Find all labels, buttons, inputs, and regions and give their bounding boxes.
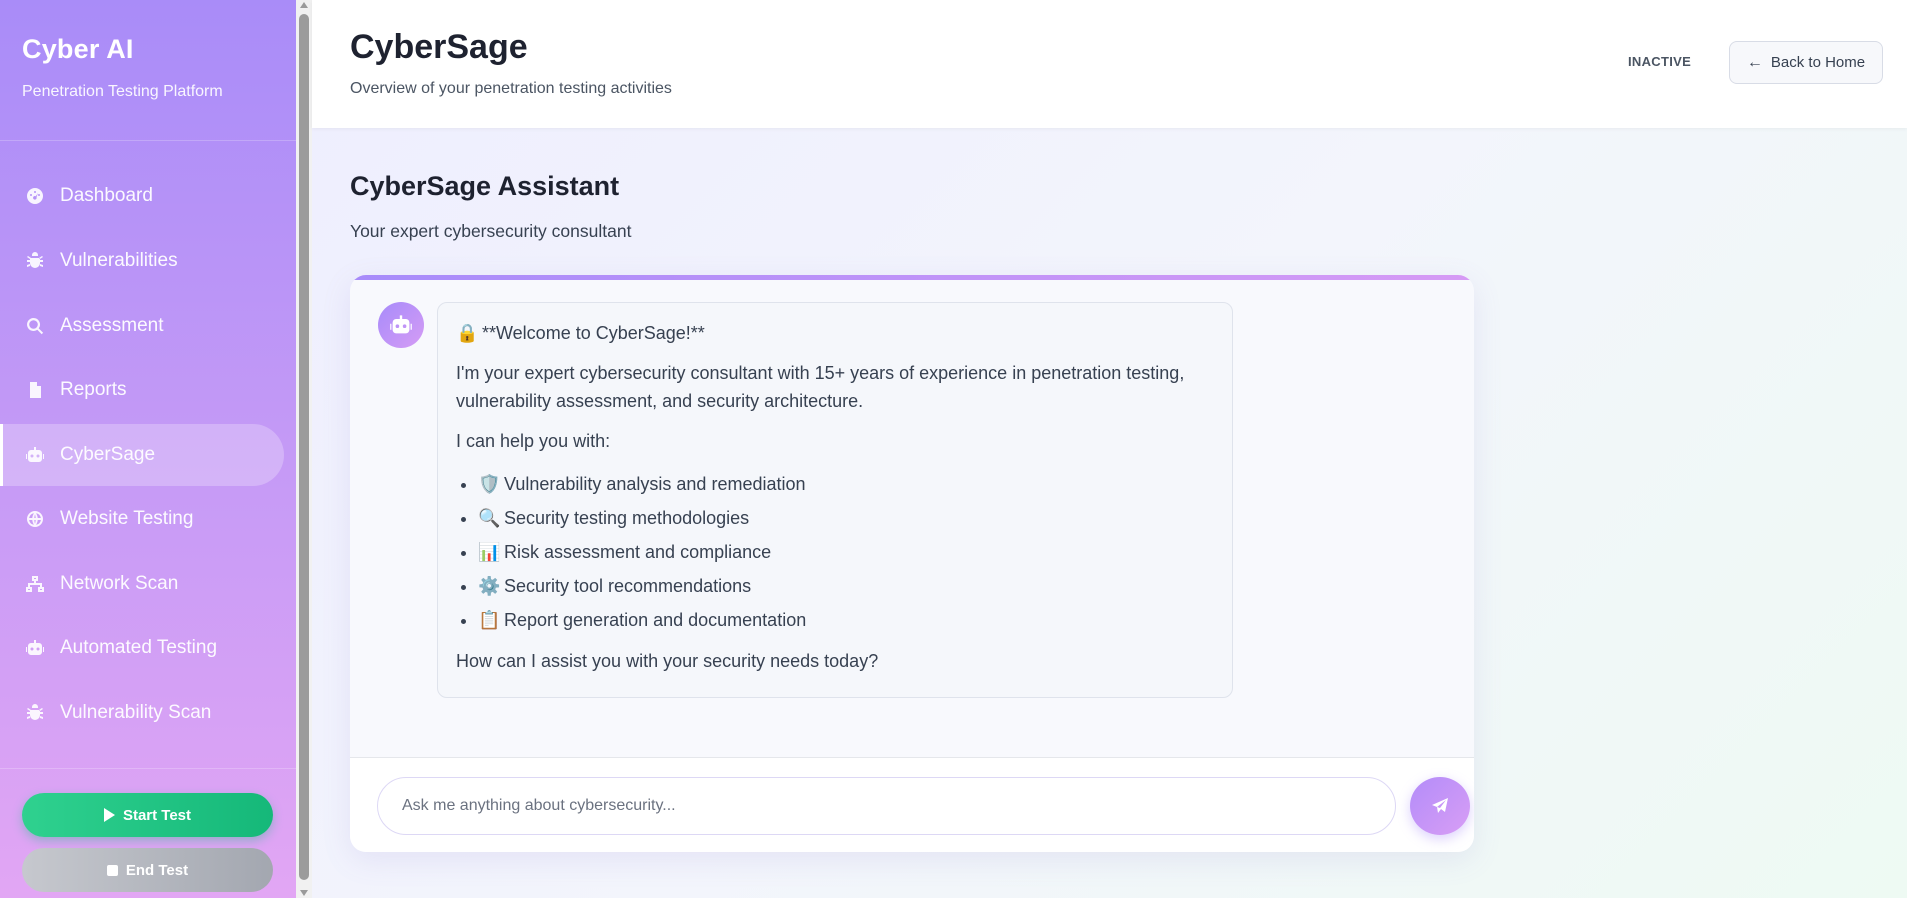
list-item: 🔍Security testing methodologies bbox=[478, 501, 1214, 535]
welcome-line: 🔒 **Welcome to CyberSage!** bbox=[456, 319, 1214, 347]
sidebar-item-label: Network Scan bbox=[60, 573, 179, 594]
page-header: CyberSage Overview of your penetration t… bbox=[312, 0, 1907, 128]
assistant-subtitle: Your expert cybersecurity consultant bbox=[350, 221, 632, 241]
globe-icon bbox=[24, 508, 46, 530]
assistant-title: CyberSage Assistant bbox=[350, 171, 620, 201]
bug-icon bbox=[24, 250, 46, 272]
list-item: 🛡️Vulnerability analysis and remediation bbox=[478, 467, 1214, 501]
search-icon bbox=[24, 315, 46, 337]
list-item: 📋Report generation and documentation bbox=[478, 603, 1214, 637]
sidebar-divider bbox=[0, 768, 296, 769]
list-item: 📊Risk assessment and compliance bbox=[478, 535, 1214, 569]
sidebar-item-label: Vulnerabilities bbox=[60, 250, 178, 271]
end-test-button[interactable]: End Test bbox=[22, 848, 273, 892]
arrow-left-icon: ← bbox=[1746, 53, 1763, 71]
file-icon bbox=[24, 379, 46, 401]
list-item: ⚙️Security tool recommendations bbox=[478, 569, 1214, 603]
list-item-text: Vulnerability analysis and remediation bbox=[504, 474, 806, 494]
page-title: CyberSage bbox=[350, 28, 528, 66]
sidebar-item-reports[interactable]: Reports bbox=[0, 359, 284, 421]
brand: Cyber AI Penetration Testing Platform bbox=[0, 0, 296, 141]
brand-title: Cyber AI bbox=[22, 34, 134, 64]
sidebar-scrollbar[interactable] bbox=[296, 0, 312, 898]
robot-icon bbox=[390, 315, 412, 334]
intro-text: I'm your expert cybersecurity consultant… bbox=[456, 363, 1185, 411]
sidebar-item-label: Reports bbox=[60, 379, 127, 400]
bot-avatar bbox=[378, 302, 424, 348]
sidebar-item-label: Assessment bbox=[60, 315, 164, 336]
main-content: CyberSage Overview of your penetration t… bbox=[312, 0, 1907, 898]
play-icon bbox=[103, 808, 115, 822]
back-to-home-button[interactable]: ← Back to Home bbox=[1729, 41, 1883, 84]
sidebar-item-assessment[interactable]: Assessment bbox=[0, 295, 284, 357]
sidebar-item-label: CyberSage bbox=[60, 444, 156, 465]
list-item-text: Report generation and documentation bbox=[504, 610, 807, 630]
sidebar-item-label: Website Testing bbox=[60, 508, 194, 529]
sidebar-item-website-testing[interactable]: Website Testing bbox=[0, 488, 284, 550]
chat-input-bar bbox=[350, 757, 1474, 852]
start-test-button[interactable]: Start Test bbox=[22, 793, 273, 837]
chart-icon: 📊 bbox=[478, 542, 501, 562]
end-test-label: End Test bbox=[125, 861, 189, 879]
help-intro: I can help you with: bbox=[456, 431, 611, 451]
sidebar-item-dashboard[interactable]: Dashboard bbox=[0, 165, 284, 227]
sidebar-item-automated-testing[interactable]: Automated Testing bbox=[0, 617, 284, 679]
send-icon bbox=[1432, 798, 1448, 813]
list-item-text: Security testing methodologies bbox=[504, 508, 750, 528]
scroll-thumb[interactable] bbox=[299, 14, 309, 880]
shield-icon: 🛡️ bbox=[478, 474, 501, 494]
bug-icon bbox=[24, 702, 46, 724]
clipboard-icon: 📋 bbox=[478, 610, 501, 630]
gear-icon: ⚙️ bbox=[478, 576, 501, 596]
brand-subtitle: Penetration Testing Platform bbox=[22, 83, 223, 100]
sidebar-item-network-scan[interactable]: Network Scan bbox=[0, 553, 284, 615]
help-list: 🛡️Vulnerability analysis and remediation… bbox=[478, 467, 1214, 637]
sidebar-item-label: Dashboard bbox=[60, 185, 153, 206]
assistant-message: 🔒 **Welcome to CyberSage!** I'm your expe… bbox=[437, 302, 1233, 698]
chat-accent-bar bbox=[350, 275, 1474, 280]
robot-icon bbox=[24, 637, 46, 659]
chat-input[interactable] bbox=[377, 777, 1396, 835]
network-icon bbox=[24, 573, 46, 595]
robot-icon bbox=[24, 444, 46, 466]
sidebar-item-label: Vulnerability Scan bbox=[60, 702, 212, 723]
welcome-text: **Welcome to CyberSage!** bbox=[482, 323, 705, 343]
send-button[interactable] bbox=[1410, 777, 1470, 835]
start-test-label: Start Test bbox=[122, 806, 192, 824]
page-subtitle: Overview of your penetration testing act… bbox=[350, 80, 672, 97]
list-item-text: Risk assessment and compliance bbox=[504, 542, 772, 562]
sidebar-item-vulnerability-scan[interactable]: Vulnerability Scan bbox=[0, 682, 284, 744]
sidebar-item-label: Automated Testing bbox=[60, 637, 218, 658]
closing-text: How can I assist you with your security … bbox=[456, 651, 879, 671]
sidebar-item-vulnerabilities[interactable]: Vulnerabilities bbox=[0, 230, 284, 292]
magnifier-icon: 🔍 bbox=[478, 508, 501, 528]
list-item-text: Security tool recommendations bbox=[504, 576, 752, 596]
dashboard-icon bbox=[24, 185, 46, 207]
scroll-down-arrow-icon[interactable] bbox=[300, 890, 308, 896]
scroll-up-arrow-icon[interactable] bbox=[300, 2, 308, 8]
sidebar-item-cybersage[interactable]: CyberSage bbox=[0, 424, 284, 486]
back-to-home-label: Back to Home bbox=[1770, 54, 1866, 71]
stop-icon bbox=[106, 864, 118, 876]
chat-panel: 🔒 **Welcome to CyberSage!** I'm your expe… bbox=[350, 275, 1474, 852]
status-badge: INACTIVE bbox=[1628, 54, 1692, 69]
lock-icon: 🔒 bbox=[456, 323, 479, 343]
sidebar: Cyber AI Penetration Testing Platform Da… bbox=[0, 0, 296, 898]
